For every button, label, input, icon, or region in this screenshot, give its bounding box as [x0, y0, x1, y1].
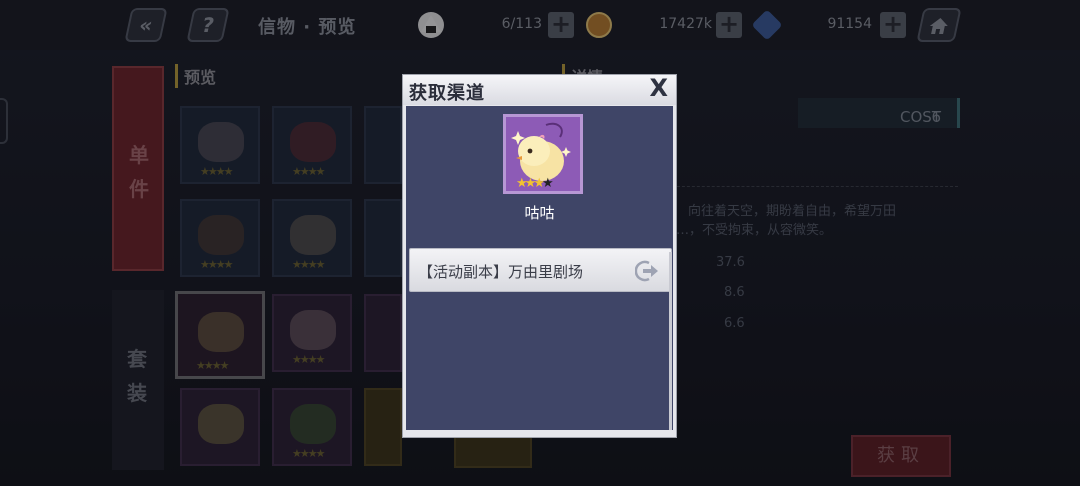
star-icon: ★ [516, 176, 528, 191]
star-empty-icon: ★ [541, 176, 554, 191]
dialog-header: 获取渠道 X [403, 74, 676, 105]
obtain-source-dialog: 获取渠道 X ★★★★ 咕咕 【活动副本】万由里剧场 [402, 74, 677, 438]
star-icon: ★ [533, 176, 545, 191]
item-star-rating: ★★★★ [516, 176, 554, 191]
source-row[interactable]: 【活动副本】万由里剧场 [409, 248, 672, 292]
item-icon-frame: ★★★★ [503, 114, 583, 194]
dialog-title: 获取渠道 [409, 83, 485, 104]
scrollbar[interactable] [669, 252, 672, 430]
go-arrow-icon [635, 260, 658, 282]
close-button[interactable]: X [649, 74, 668, 102]
item-name: 咕咕 [524, 204, 555, 222]
dialog-body: ★★★★ 咕咕 【活动副本】万由里剧场 [406, 106, 673, 430]
star-icon: ★ [524, 176, 537, 191]
source-label: 【活动副本】万由里剧场 [418, 263, 584, 281]
